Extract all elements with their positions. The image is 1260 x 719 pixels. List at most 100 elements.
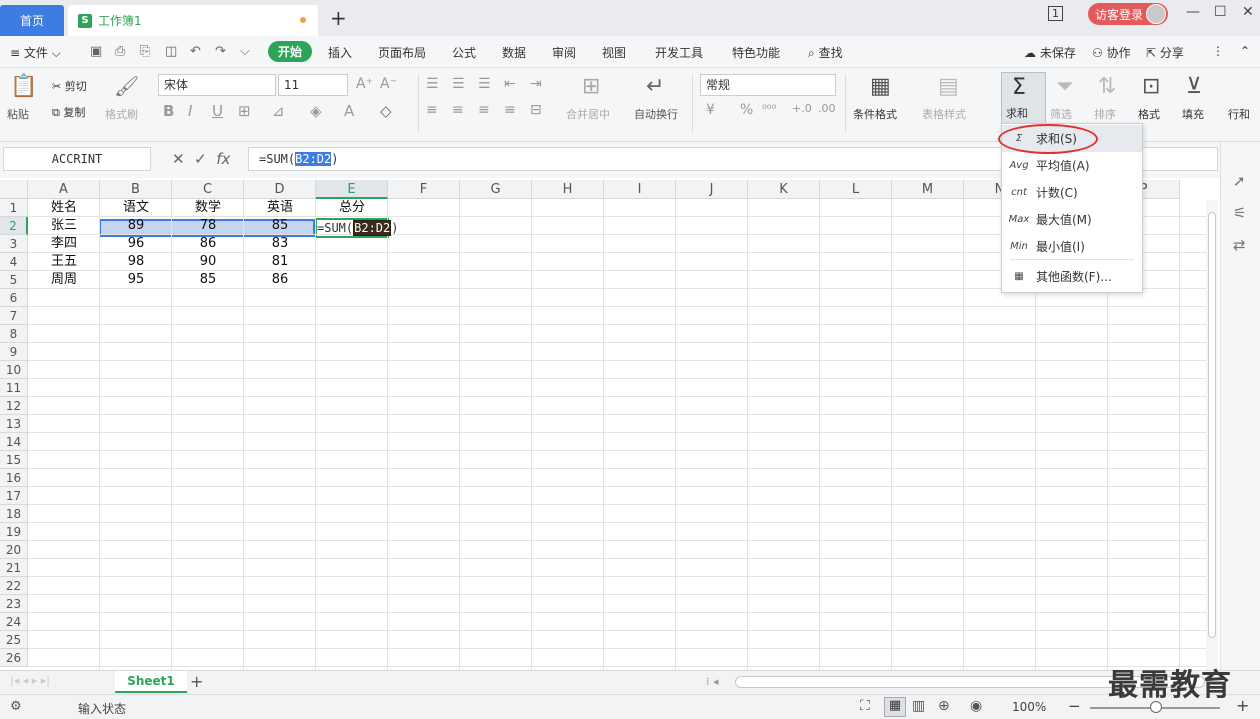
column-header-b[interactable]: B xyxy=(100,180,172,199)
undo-icon[interactable]: ↶ xyxy=(190,44,201,59)
align-top-icon[interactable]: ☰ xyxy=(426,76,439,92)
zoom-out-button[interactable]: − xyxy=(1068,697,1081,715)
row-header-7[interactable]: 7 xyxy=(0,307,28,325)
align-middle-icon[interactable]: ☰ xyxy=(452,76,465,92)
indent-increase-icon[interactable]: ⇥ xyxy=(530,76,542,92)
menu-item-count[interactable]: cnt 计数(C) xyxy=(1002,179,1142,206)
align-right-icon[interactable]: ≡ xyxy=(478,102,490,118)
print-icon[interactable]: ⎘ xyxy=(140,44,150,59)
data-cell[interactable]: 85 xyxy=(244,217,316,235)
data-cell[interactable]: 78 xyxy=(172,217,244,235)
page-break-icon[interactable]: ⊕ xyxy=(938,698,950,714)
collaborate-button[interactable]: ⚇ 协作 xyxy=(1092,44,1131,61)
add-sheet-button[interactable]: + xyxy=(190,672,203,691)
sheet-nav-icons[interactable]: |◂ ◂ ▸ ▸| xyxy=(10,674,50,687)
fill-color-icon[interactable]: ◈ xyxy=(310,102,322,120)
row-col-button[interactable]: 行和 xyxy=(1228,106,1250,122)
select-all-corner[interactable] xyxy=(0,180,28,199)
align-left-icon[interactable]: ≡ xyxy=(426,102,438,118)
decrease-font-icon[interactable]: A⁻ xyxy=(380,76,397,92)
cursor-icon[interactable]: ➚ xyxy=(1233,172,1246,190)
increase-decimal-icon[interactable]: +.0 xyxy=(792,102,812,115)
tab-review[interactable]: 审阅 xyxy=(552,44,576,61)
font-size-select[interactable]: 11 xyxy=(278,74,348,96)
justify-icon[interactable]: ≡ xyxy=(504,102,516,118)
clear-icon[interactable]: ◇ xyxy=(380,102,392,120)
format-button[interactable]: 格式 xyxy=(1138,106,1160,122)
row-header-15[interactable]: 15 xyxy=(0,451,28,469)
row-header-1[interactable]: 1 xyxy=(0,199,28,217)
maximize-button[interactable]: ☐ xyxy=(1214,4,1227,20)
row-header-13[interactable]: 13 xyxy=(0,415,28,433)
percent-icon[interactable]: % xyxy=(740,102,753,118)
confirm-icon[interactable]: ✓ xyxy=(194,150,207,168)
row-header-12[interactable]: 12 xyxy=(0,397,28,415)
row-header-19[interactable]: 19 xyxy=(0,523,28,541)
header-cell[interactable]: 语文 xyxy=(100,199,172,217)
menu-item-more-functions[interactable]: ▦ 其他函数(F)... xyxy=(1002,263,1142,290)
column-header-h[interactable]: H xyxy=(532,180,604,199)
decrease-decimal-icon[interactable]: .00 xyxy=(818,102,836,115)
row-header-20[interactable]: 20 xyxy=(0,541,28,559)
sort-button[interactable]: 排序 xyxy=(1094,106,1116,122)
tab-data[interactable]: 数据 xyxy=(502,44,526,61)
visitor-login-button[interactable]: 访客登录 xyxy=(1088,3,1168,25)
row-header-3[interactable]: 3 xyxy=(0,235,28,253)
row-header-8[interactable]: 8 xyxy=(0,325,28,343)
tab-developer[interactable]: 开发工具 xyxy=(655,44,703,61)
hscroll-left-icon[interactable]: ⁞ ◂ xyxy=(706,675,719,688)
fill-icon[interactable]: ⊻ xyxy=(1186,74,1202,99)
row-header-26[interactable]: 26 xyxy=(0,649,28,667)
row-header-2[interactable]: 2 xyxy=(0,217,28,235)
column-header-f[interactable]: F xyxy=(388,180,460,199)
data-cell[interactable]: 86 xyxy=(172,235,244,253)
data-cell[interactable]: 95 xyxy=(100,271,172,289)
format-icon[interactable]: ⊡ xyxy=(1142,74,1160,99)
row-header-14[interactable]: 14 xyxy=(0,433,28,451)
bold-icon[interactable]: B xyxy=(163,102,174,120)
tab-formula[interactable]: 公式 xyxy=(452,44,476,61)
data-cell[interactable]: 周周 xyxy=(28,271,100,289)
export-pdf-icon[interactable]: ⎙ xyxy=(115,44,125,59)
share-button[interactable]: ⇱ 分享 xyxy=(1146,44,1184,61)
fill-button[interactable]: 填充 xyxy=(1182,106,1204,122)
header-cell[interactable]: 英语 xyxy=(244,199,316,217)
macro-icon[interactable]: ⚙ xyxy=(10,699,22,714)
quick-access-dropdown-icon[interactable]: ⌵ xyxy=(240,44,250,59)
underline-icon[interactable]: U xyxy=(212,102,223,120)
column-header-a[interactable]: A xyxy=(28,180,100,199)
window-count-badge[interactable]: 1 xyxy=(1048,6,1063,21)
number-format-select[interactable]: 常规 xyxy=(700,74,836,96)
merge-center-icon[interactable]: ⊞ xyxy=(582,74,600,99)
tab-insert[interactable]: 插入 xyxy=(328,44,352,61)
data-cell[interactable]: 81 xyxy=(244,253,316,271)
row-header-17[interactable]: 17 xyxy=(0,487,28,505)
unsaved-button[interactable]: ☁ 未保存 xyxy=(1024,44,1076,61)
zoom-level[interactable]: 100% xyxy=(1012,700,1046,714)
column-header-d[interactable]: D xyxy=(244,180,316,199)
collapse-ribbon-icon[interactable]: ⌃ xyxy=(1240,44,1250,58)
align-center-icon[interactable]: ≡ xyxy=(452,102,464,118)
tab-page-layout[interactable]: 页面布局 xyxy=(378,44,426,61)
row-header-22[interactable]: 22 xyxy=(0,577,28,595)
search-button[interactable]: ⌕ 查找 xyxy=(808,44,843,61)
menu-item-min[interactable]: Min 最小值(I) xyxy=(1002,233,1142,260)
column-header-i[interactable]: I xyxy=(604,180,676,199)
data-cell[interactable]: 86 xyxy=(244,271,316,289)
data-cell[interactable]: 83 xyxy=(244,235,316,253)
data-cell[interactable]: 98 xyxy=(100,253,172,271)
menu-item-max[interactable]: Max 最大值(M) xyxy=(1002,206,1142,233)
adjust-icon[interactable]: ⚟ xyxy=(1233,204,1246,222)
more-menu-icon[interactable]: ⋮ xyxy=(1212,44,1224,58)
format-painter-button[interactable]: 格式刷 xyxy=(105,106,138,122)
data-cell[interactable]: 89 xyxy=(100,217,172,235)
cut-button[interactable]: ✂ 剪切 xyxy=(52,78,87,94)
header-cell[interactable]: 姓名 xyxy=(28,199,100,217)
row-header-25[interactable]: 25 xyxy=(0,631,28,649)
row-header-11[interactable]: 11 xyxy=(0,379,28,397)
sort-icon[interactable]: ⇅ xyxy=(1098,74,1116,99)
column-header-m[interactable]: M xyxy=(892,180,964,199)
font-name-select[interactable]: 宋体 xyxy=(158,74,276,96)
currency-icon[interactable]: ¥ xyxy=(706,102,715,118)
page-view-icon[interactable]: ▥ xyxy=(912,698,925,714)
